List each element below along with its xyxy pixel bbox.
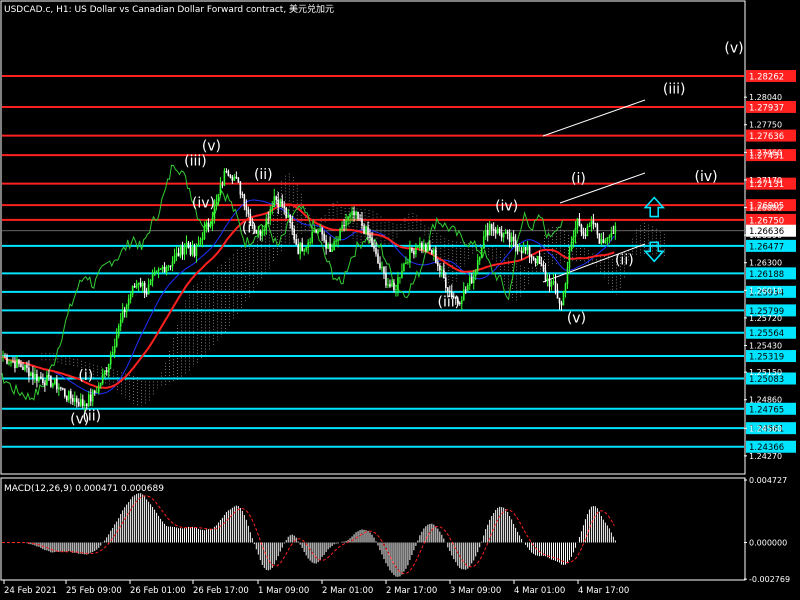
wave-label: (iv) [695,169,718,185]
resistance-level-tag-label: 1.27636 [749,132,784,142]
wave-label: (iv) [495,198,518,214]
support-level-tag-label: 1.25319 [749,353,784,363]
price-axis-tick-label: 1.27170 [749,176,782,185]
wave-label: (ii) [82,409,101,425]
time-axis-tick-label: 25 Feb 09:00 [66,586,122,596]
chart-title: USDCAD.c, H1: US Dollar vs Canadian Doll… [4,3,334,15]
time-axis-tick-label: 1 Mar 09:00 [258,586,309,596]
wave-label: (ii) [254,167,273,183]
time-axis-tick-label: 4 Mar 17:00 [578,586,629,596]
price-axis-tick-label: 1.26880 [749,204,782,213]
wave-label: (i) [242,220,257,236]
wave-label: (iv) [192,196,215,212]
price-axis-tick-label: 1.26300 [749,259,782,268]
macd-axis-tick-label: 0.004727 [749,476,787,485]
price-axis-tick-label: 1.25150 [749,368,782,377]
wave-label: (v) [202,138,221,154]
support-level-tag-label: 1.26188 [749,270,784,280]
resistance-level-tag-label: 1.28262 [749,73,784,83]
price-axis-tick-label: 1.26010 [749,286,782,295]
support-level-tag-label: 1.26477 [749,242,784,252]
price-axis-tick-label: 1.28040 [749,93,782,102]
macd-axis-tick-label: -0.002769 [749,575,790,584]
price-axis-tick-label: 1.24270 [749,452,782,461]
current-price-label: 1.26636 [749,227,784,237]
price-axis-tick-label: 1.25430 [749,341,782,350]
wave-label: (i) [78,368,93,384]
wave-label: (iii) [437,294,460,310]
wave-label: (iii) [663,81,686,97]
time-axis-tick-label: 3 Mar 09:00 [450,586,501,596]
support-level-tag-label: 1.25564 [749,329,784,339]
price-axis-tick-label: 1.25720 [749,314,782,323]
wave-label: (iii) [184,154,207,170]
macd-axis-tick-label: 0.000000 [749,539,787,548]
wave-label: (ii) [615,253,634,269]
price-axis-tick-label: 1.24560 [749,424,782,433]
price-axis-tick-label: 1.27750 [749,121,782,130]
time-axis-tick-label: 4 Mar 01:00 [514,586,565,596]
time-axis-tick-label: 2 Mar 17:00 [386,586,437,596]
support-level-tag-label: 1.24765 [749,405,784,415]
time-axis-tick-label: 26 Feb 01:00 [130,586,186,596]
resistance-level-tag-label: 1.27937 [749,103,784,113]
price-axis-tick-label: 1.24860 [749,396,782,405]
price-axis-tick-label: 1.27460 [749,148,782,157]
time-axis-tick-label: 24 Feb 2021 [4,586,57,596]
macd-title: MACD(12,26,9) 0.000471 0.000689 [4,484,164,494]
chart-window: (v)(i)(ii)(iii)(v)(iv)(ii)(i)(iv)(iii)(i… [0,0,800,600]
wave-label: (v) [724,40,743,56]
wave-label: (v) [567,311,586,327]
time-axis-tick-label: 2 Mar 01:00 [322,586,373,596]
wave-label: (i) [571,171,586,187]
time-axis-tick-label: 26 Feb 17:00 [193,586,249,596]
